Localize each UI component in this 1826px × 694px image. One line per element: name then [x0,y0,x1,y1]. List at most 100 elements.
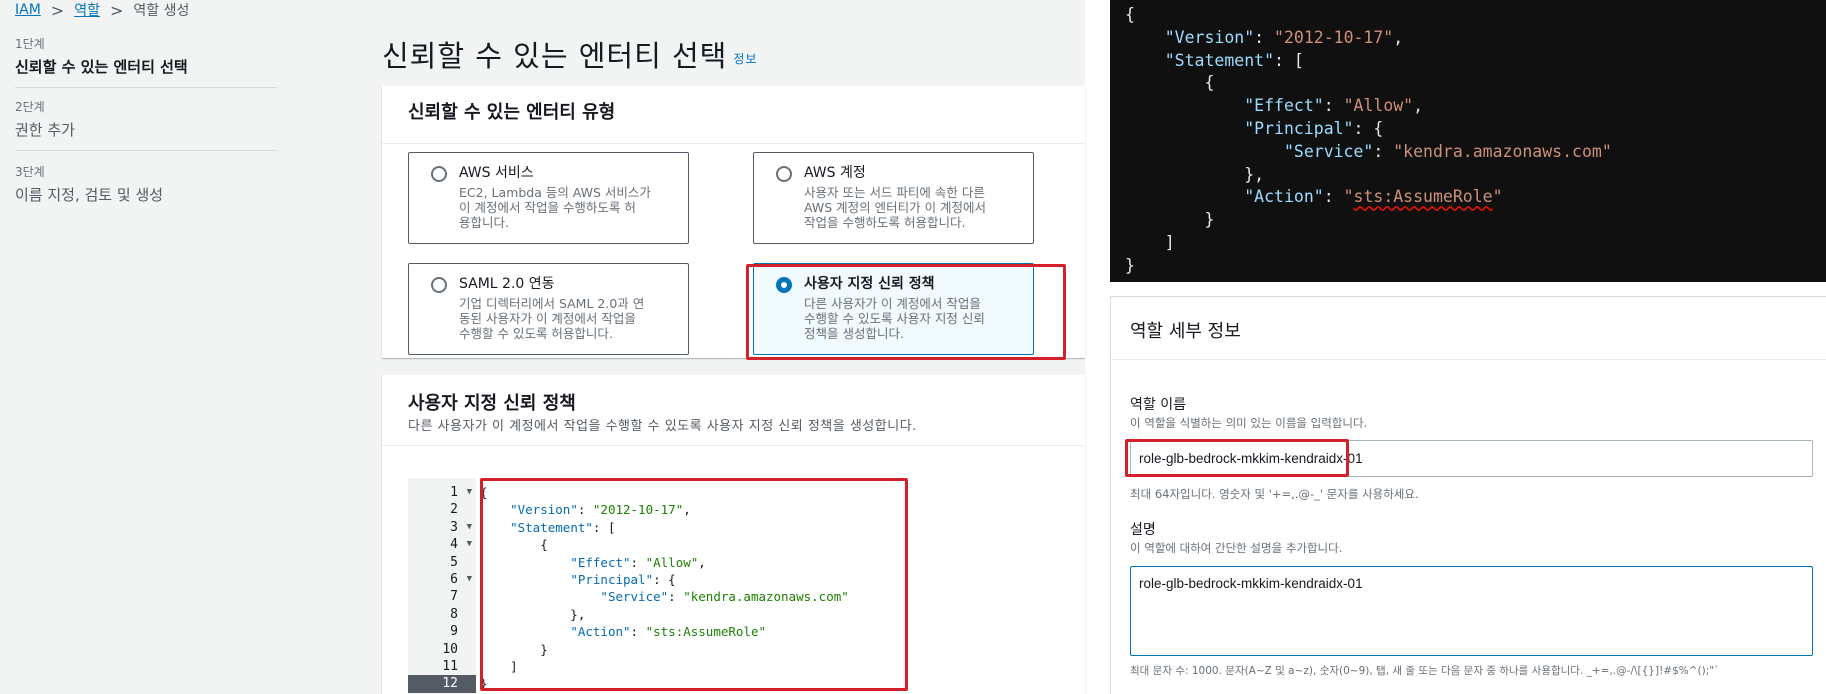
desc-line: 기업 디렉터리에서 SAML 2.0과 연 [459,296,645,311]
custom-policy-heading: 사용자 지정 신뢰 정책 [408,393,576,414]
fold-arrow-icon[interactable]: ▼ [467,536,472,553]
role-name-input[interactable]: role-glb-bedrock-mkkim-kendraidx-01 [1130,440,1813,477]
description-textarea[interactable]: role-glb-bedrock-mkkim-kendraidx-01 [1130,566,1813,656]
code-line: ] [480,659,518,674]
role-name-description: 이 역할을 식별하는 의미 있는 이름을 입력합니다. [1130,416,1368,430]
line-number: 2 [450,502,458,518]
desc-line: 용합니다. [459,215,509,230]
desc-line: 다른 사용자가 이 계정에서 작업을 [804,296,981,311]
option-description: EC2, Lambda 등의 AWS 서비스가 이 계정에서 작업을 수행하도록… [459,185,678,230]
divider [382,445,1085,446]
desc-line: 정책을 생성합니다. [804,326,904,341]
code-line: }, [480,606,586,622]
code-area[interactable]: { "Version": "2012-10-17", "Statement": … [480,478,968,694]
radio-button[interactable] [431,277,447,293]
json-line: ] [1125,233,1175,252]
json-code-view: { "Version": "2012-10-17", "Statement": … [1110,0,1826,282]
main-content: 신뢰할 수 있는 엔터티 선택 정보 신뢰할 수 있는 엔터티 유형 AWS 서비… [382,0,1085,694]
role-name-value: role-glb-bedrock-mkkim-kendraidx-01 [1139,451,1363,466]
desc-line: 동된 사용자가 이 계정에서 작업을 [459,311,636,326]
step-label: 이름 지정, 검토 및 생성 [15,186,164,204]
breadcrumb: IAM > 역할 > 역할 생성 [15,0,189,20]
line-number: 3 ▼ [450,519,472,536]
code-line: "Principal": { [570,572,676,587]
fold-arrow-icon[interactable]: ▼ [467,484,472,501]
radio-button-selected[interactable] [776,277,792,293]
wizard-step-3[interactable]: 3단계 이름 지정, 검토 및 생성 [15,163,277,215]
line-number: 6 ▼ [450,571,472,588]
line-number: 4 ▼ [450,536,472,553]
line-number: 12 [408,675,476,693]
page-title-text: 신뢰할 수 있는 엔터티 선택 [382,39,728,73]
code-line: { [480,485,488,500]
description-label: 설명 [1130,522,1156,538]
breadcrumb-roles-link[interactable]: 역할 [74,0,100,20]
fold-arrow-icon[interactable]: ▼ [467,519,472,536]
breadcrumb-separator: > [50,0,65,20]
step-number: 3단계 [15,165,45,179]
role-details-panel: 역할 세부 정보 역할 이름 이 역할을 식별하는 의미 있는 이름을 입력합니… [1110,296,1826,694]
code-line: "Version": "2012-10-17", [510,502,691,518]
option-description: 다른 사용자가 이 계정에서 작업을 수행할 수 있도록 사용자 지정 신뢰 정… [804,296,1023,341]
composite-screenshot: IAM > 역할 > 역할 생성 1단계 신뢰할 수 있는 엔터티 선택 2단계… [0,0,1826,694]
custom-policy-subtitle: 다른 사용자가 이 계정에서 작업을 수행할 수 있도록 사용자 지정 신뢰 정… [408,419,917,434]
wizard-step-2[interactable]: 2단계 권한 추가 [15,98,277,151]
step-label: 권한 추가 [15,121,75,139]
page-title: 신뢰할 수 있는 엔터티 선택 정보 [382,33,757,75]
entity-type-panel: 신뢰할 수 있는 엔터티 유형 AWS 서비스 EC2, Lambda 등의 A… [382,86,1085,360]
line-number-gutter: 1 ▼ 2 3 ▼ 4 ▼ 5 6 ▼ 7 8 9 10 11 12 [408,478,476,694]
option-description: 사용자 또는 서드 파티에 속한 다른 AWS 계정의 엔터티가 이 계정에서 … [804,185,1023,230]
description-value: role-glb-bedrock-mkkim-kendraidx-01 [1139,576,1363,591]
json-line: } [1125,255,1135,275]
divider [382,143,1085,144]
desc-line: 작업을 수행하도록 허용합니다. [804,215,966,230]
json-line: "Effect": "Allow", [1244,96,1424,116]
json-line: "Version": "2012-10-17", [1164,27,1404,47]
option-saml-federation[interactable]: SAML 2.0 연동 기업 디렉터리에서 SAML 2.0과 연 동된 사용자… [408,263,689,355]
radio-button[interactable] [431,166,447,182]
step-number: 2단계 [15,100,45,114]
code-line: { [480,537,548,553]
option-custom-trust-policy[interactable]: 사용자 지정 신뢰 정책 다른 사용자가 이 계정에서 작업을 수행할 수 있도… [753,263,1034,355]
step-number: 1단계 [15,37,45,51]
breadcrumb-current: 역할 생성 [133,3,190,19]
entity-type-heading: 신뢰할 수 있는 엔터티 유형 [408,102,616,123]
json-line: } [1125,210,1215,230]
breadcrumb-separator: > [109,0,124,20]
line-number: 5 [450,554,458,570]
option-title: AWS 서비스 [459,165,534,181]
fold-arrow-icon[interactable]: ▼ [467,571,472,588]
desc-line: EC2, Lambda 등의 AWS 서비스가 [459,185,651,200]
code-line: "Effect": "Allow", [570,554,706,570]
description-description: 이 역할에 대하여 간단한 설명을 추가합니다. [1130,541,1343,555]
desc-line: AWS 계정의 엔터티가 이 계정에서 [804,200,987,215]
option-title: 사용자 지정 신뢰 정책 [804,276,935,292]
role-name-label: 역할 이름 [1130,397,1186,413]
option-aws-service[interactable]: AWS 서비스 EC2, Lambda 등의 AWS 서비스가 이 계정에서 작… [408,152,689,244]
option-aws-account[interactable]: AWS 계정 사용자 또는 서드 파티에 속한 다른 AWS 계정의 엔터티가 … [753,152,1034,244]
line-number: 7 [450,589,458,605]
role-name-hint: 최대 64자입니다. 영숫자 및 '+=,.@-_' 문자를 사용하세요. [1130,487,1419,501]
line-number: 1 ▼ [450,484,472,501]
wizard-step-1[interactable]: 1단계 신뢰할 수 있는 엔터티 선택 [15,35,277,88]
code-line: } [480,676,488,692]
desc-line: 사용자 또는 서드 파티에 속한 다른 [804,185,985,200]
line-number: 8 [450,606,458,622]
role-details-header: 역할 세부 정보 [1111,297,1826,360]
description-hint: 최대 문자 수: 1000. 문자(A~Z 및 a~z), 숫자(0~9), 탭… [1130,665,1720,677]
line-number: 9 [450,624,458,640]
json-line: "Principal": { [1244,119,1384,138]
json-line: "Statement": [ [1164,50,1304,70]
code-line: "Service": "kendra.amazonaws.com" [600,589,849,605]
radio-button[interactable] [776,166,792,182]
breadcrumb-iam-link[interactable]: IAM [15,2,41,18]
code-line: "Statement": [ [510,519,616,535]
desc-line: 수행할 수 있도록 허용합니다. [459,326,613,341]
line-number: 10 [442,641,458,657]
wizard-steps-sidebar: IAM > 역할 > 역할 생성 1단계 신뢰할 수 있는 엔터티 선택 2단계… [0,0,280,694]
info-link[interactable]: 정보 [733,52,757,66]
option-title: SAML 2.0 연동 [459,276,555,292]
role-details-title: 역할 세부 정보 [1130,321,1241,342]
policy-code-editor[interactable]: 1 ▼ 2 3 ▼ 4 ▼ 5 6 ▼ 7 8 9 10 11 12 { "Version": "2012-1… [408,478,968,694]
step-label: 신뢰할 수 있는 엔터티 선택 [15,58,188,76]
